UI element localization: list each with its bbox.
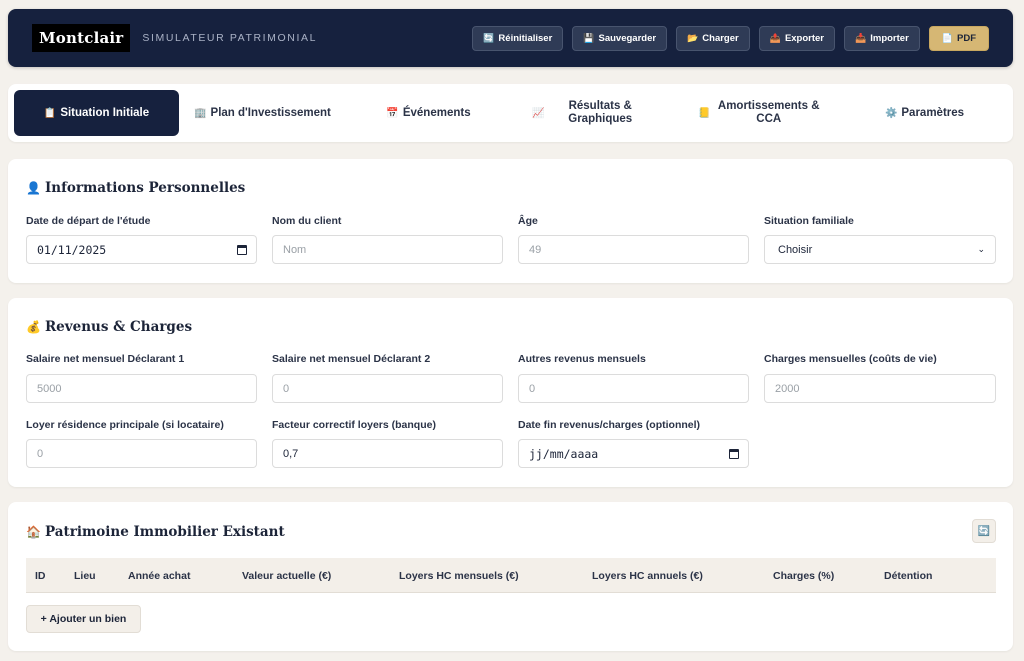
- realestate-card: 🏠 Patrimoine Immobilier Existant 🔄 ID Lie…: [8, 502, 1013, 651]
- clipboard-icon: 📋: [43, 107, 57, 119]
- column-header: Loyers HC annuels (€): [592, 570, 703, 582]
- refresh-icon: 🔄: [977, 525, 991, 537]
- rent-field[interactable]: 0: [26, 439, 257, 468]
- charges-field[interactable]: 2000: [764, 374, 996, 403]
- logo: Montclair: [32, 24, 131, 52]
- rent-factor-field[interactable]: 0,7: [272, 439, 503, 468]
- calendar-picker-icon[interactable]: [729, 449, 739, 459]
- salary1-label: Salaire net mensuel Déclarant 1: [26, 353, 185, 365]
- family-status-label: Situation familiale: [764, 215, 854, 227]
- outbox-icon: 📤: [769, 32, 781, 43]
- family-status-select[interactable]: Choisir ⌄: [764, 235, 996, 264]
- start-date-label: Date de départ de l'étude: [26, 215, 151, 227]
- app-header: Montclair SIMULATEUR PATRIMONIAL 🔄 Réinit…: [8, 9, 1013, 67]
- money-bag-icon: 💰: [26, 320, 41, 334]
- tab-amortissements-cca[interactable]: 📒 Amortissements & CCA: [678, 90, 843, 136]
- end-date-label: Date fin revenus/charges (optionnel): [518, 419, 701, 431]
- column-header: Détention: [884, 570, 933, 582]
- salary2-label: Salaire net mensuel Déclarant 2: [272, 353, 431, 365]
- export-button[interactable]: 📤 Exporter: [758, 25, 836, 51]
- tab-parametres[interactable]: ⚙️ Paramètres: [842, 90, 1007, 136]
- folder-icon: 📂: [687, 32, 699, 43]
- personal-info-card: 👤 Informations Personnelles Date de dépar…: [8, 159, 1013, 283]
- client-name-field[interactable]: Nom: [272, 235, 503, 264]
- start-date-field[interactable]: 01/11/2025: [26, 235, 257, 264]
- ledger-icon: 📒: [698, 107, 711, 119]
- reset-icon: 🔄: [483, 32, 495, 43]
- column-header: Charges (%): [773, 570, 835, 582]
- person-icon: 👤: [26, 181, 41, 195]
- salary1-field[interactable]: 5000: [26, 374, 257, 403]
- reset-button[interactable]: 🔄 Réinitialiser: [472, 25, 564, 51]
- save-button[interactable]: 💾 Sauvegarder: [572, 25, 668, 51]
- load-button[interactable]: 📂 Charger: [676, 25, 750, 51]
- column-header: Loyers HC mensuels (€): [399, 570, 519, 582]
- add-property-button[interactable]: + Ajouter un bien: [26, 605, 141, 633]
- end-date-field[interactable]: jj/mm/aaaa: [518, 439, 749, 468]
- document-icon: 📄: [941, 32, 953, 43]
- tab-resultats-graphiques[interactable]: 📈 Résultats & Graphiques: [512, 90, 672, 136]
- card-title: 💰 Revenus & Charges: [26, 319, 193, 335]
- house-icon: 🏠: [26, 525, 41, 539]
- chevron-down-icon: ⌄: [977, 244, 985, 254]
- age-label: Âge: [518, 215, 538, 227]
- tab-plan-investissement[interactable]: 🏢 Plan d'Investissement: [180, 90, 345, 136]
- column-header: Valeur actuelle (€): [242, 570, 332, 582]
- rent-label: Loyer résidence principale (si locataire…: [26, 419, 224, 431]
- chart-icon: 📈: [532, 107, 545, 119]
- table-header: ID Lieu Année achat Valeur actuelle (€) …: [26, 558, 996, 593]
- column-header: Lieu: [74, 570, 96, 582]
- other-income-label: Autres revenus mensuels: [518, 353, 646, 365]
- client-name-label: Nom du client: [272, 215, 342, 227]
- calendar-icon: 📅: [386, 107, 399, 119]
- other-income-field[interactable]: 0: [518, 374, 749, 403]
- income-card: 💰 Revenus & Charges Salaire net mensuel D…: [8, 298, 1013, 487]
- pdf-button[interactable]: 📄 PDF: [928, 25, 989, 51]
- header-actions: 🔄 Réinitialiser 💾 Sauvegarder 📂 Charger 📤 Ex…: [472, 25, 989, 51]
- app-subtitle: SIMULATEUR PATRIMONIAL: [142, 32, 318, 44]
- tab-bar: 📋 Situation Initiale 🏢 Plan d'Investisseme…: [8, 84, 1013, 142]
- calendar-picker-icon[interactable]: [237, 245, 247, 255]
- column-header: Année achat: [128, 570, 191, 582]
- charges-label: Charges mensuelles (coûts de vie): [764, 353, 937, 365]
- inbox-icon: 📥: [855, 32, 867, 43]
- import-button[interactable]: 📥 Importer: [844, 25, 920, 51]
- rent-factor-label: Facteur correctif loyers (banque): [272, 419, 436, 431]
- floppy-icon: 💾: [583, 32, 595, 43]
- building-icon: 🏢: [194, 107, 207, 119]
- salary2-field[interactable]: 0: [272, 374, 503, 403]
- card-title: 👤 Informations Personnelles: [26, 180, 246, 196]
- gear-icon: ⚙️: [884, 107, 898, 119]
- refresh-button[interactable]: 🔄: [972, 519, 996, 543]
- tab-situation-initiale[interactable]: 📋 Situation Initiale: [14, 90, 179, 136]
- tab-evenements[interactable]: 📅 Événements: [346, 90, 511, 136]
- age-field[interactable]: 49: [518, 235, 749, 264]
- column-header: ID: [35, 570, 46, 582]
- card-title: 🏠 Patrimoine Immobilier Existant: [26, 524, 285, 540]
